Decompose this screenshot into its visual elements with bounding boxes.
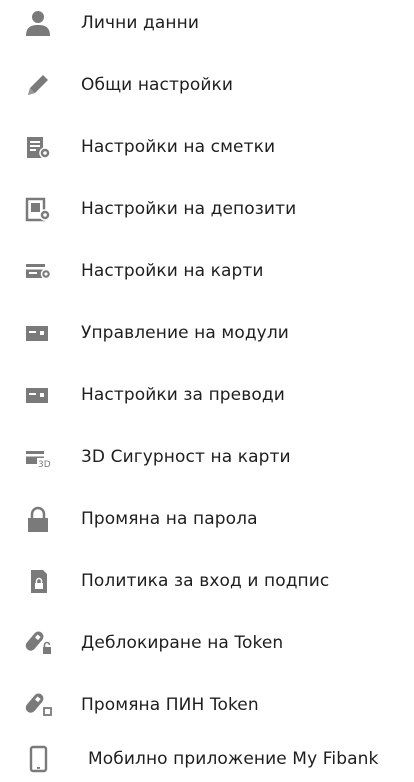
menu-item-module-management[interactable]: Управление на модули bbox=[0, 310, 414, 356]
mobile-phone-icon bbox=[22, 743, 54, 775]
token-unlock-icon bbox=[22, 627, 54, 659]
menu-item-token-unblock[interactable]: Деблокиране на Token bbox=[0, 620, 414, 666]
transfer-card-icon bbox=[22, 379, 54, 411]
menu-item-transfer-settings[interactable]: Настройки за преводи bbox=[0, 372, 414, 418]
menu-item-label: Промяна ПИН Token bbox=[81, 695, 259, 715]
module-card-icon bbox=[22, 317, 54, 349]
menu-item-label: Настройки на сметки bbox=[81, 137, 276, 157]
settings-menu: Лични данни Общи настройки Настройки на … bbox=[0, 0, 414, 782]
menu-item-token-pin-change[interactable]: Промяна ПИН Token bbox=[0, 682, 414, 728]
menu-item-label: Деблокиране на Token bbox=[81, 633, 284, 653]
menu-item-mobile-app[interactable]: Мобилно приложение My Fibank bbox=[0, 736, 414, 782]
menu-item-label: Лични данни bbox=[81, 13, 199, 33]
menu-item-change-password[interactable]: Промяна на парола bbox=[0, 496, 414, 542]
token-pin-icon bbox=[22, 689, 54, 721]
menu-item-label: Общи настройки bbox=[81, 75, 234, 95]
menu-item-login-policy[interactable]: Политика за вход и подпис bbox=[0, 558, 414, 604]
menu-item-label: Настройки на карти bbox=[81, 261, 264, 281]
menu-item-label: Настройки за преводи bbox=[81, 385, 285, 405]
sim-lock-icon bbox=[22, 565, 54, 597]
menu-item-label: 3D Сигурност на карти bbox=[81, 447, 291, 467]
menu-item-general-settings[interactable]: Общи настройки bbox=[0, 62, 414, 108]
pencil-icon bbox=[22, 69, 54, 101]
menu-item-label: Настройки на депозити bbox=[81, 199, 297, 219]
card-settings-icon bbox=[22, 255, 54, 287]
deposit-settings-icon bbox=[22, 193, 54, 225]
account-settings-icon bbox=[22, 131, 54, 163]
menu-item-deposit-settings[interactable]: Настройки на депозити bbox=[0, 186, 414, 232]
menu-item-card-settings[interactable]: Настройки на карти bbox=[0, 248, 414, 294]
lock-icon bbox=[22, 503, 54, 535]
menu-item-label: Мобилно приложение My Fibank bbox=[88, 749, 379, 769]
card-3d-icon: 3D bbox=[22, 441, 54, 473]
menu-item-label: Политика за вход и подпис bbox=[81, 571, 330, 591]
user-icon bbox=[22, 7, 54, 39]
menu-item-3d-secure[interactable]: 3D 3D Сигурност на карти bbox=[0, 434, 414, 480]
svg-text:3D: 3D bbox=[38, 460, 51, 470]
menu-item-label: Промяна на парола bbox=[81, 509, 258, 529]
menu-item-account-settings[interactable]: Настройки на сметки bbox=[0, 124, 414, 170]
menu-item-label: Управление на модули bbox=[81, 323, 289, 343]
menu-item-personal-data[interactable]: Лични данни bbox=[0, 0, 414, 46]
